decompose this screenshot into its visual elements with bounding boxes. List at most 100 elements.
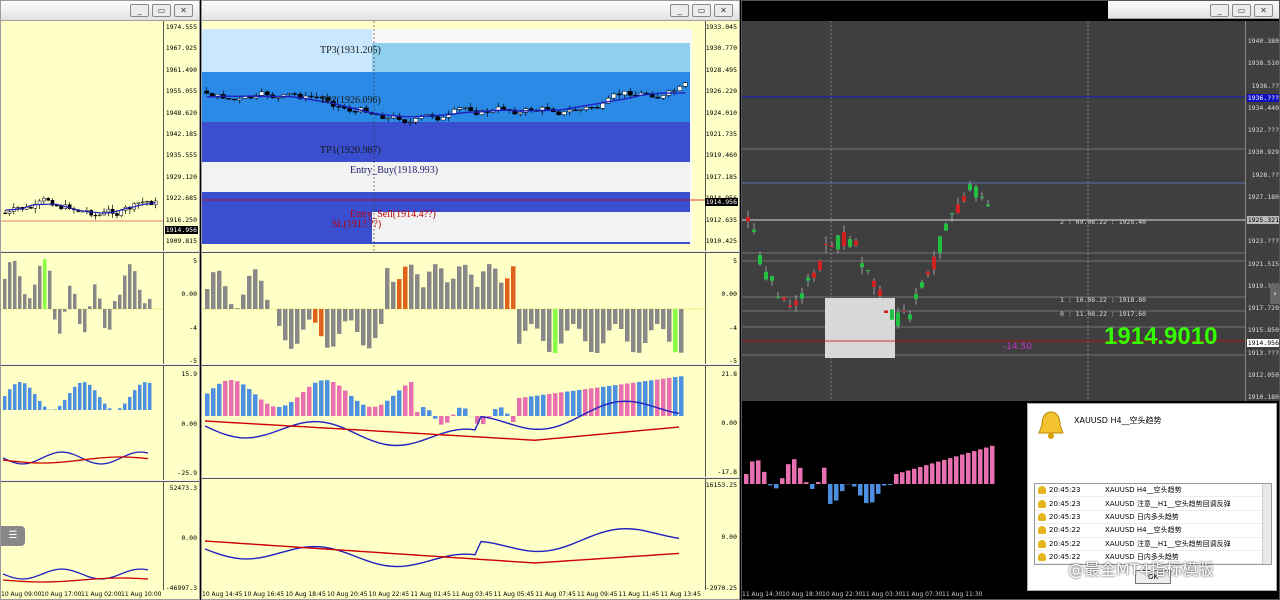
histogram-bar xyxy=(631,382,636,416)
histogram-bar xyxy=(912,468,917,484)
histogram-bar xyxy=(253,394,258,416)
right-window-titlebar[interactable]: _ ▭ ✕ xyxy=(1108,1,1279,19)
histogram-bar xyxy=(73,293,77,309)
candle-body xyxy=(962,195,966,202)
candle-body xyxy=(878,289,882,297)
candle-body xyxy=(866,270,870,272)
middle-osc1-pane[interactable]: 5 0.00 -4 -5 xyxy=(202,252,739,364)
candle-body xyxy=(407,121,413,124)
alert-list-scrollbar[interactable] xyxy=(1262,484,1271,564)
candle-body xyxy=(660,95,666,99)
histogram-bar xyxy=(960,454,965,484)
axis-tick-label: 1922.685 xyxy=(165,194,197,203)
histogram-bar xyxy=(786,464,791,484)
histogram-bar xyxy=(391,395,396,416)
axis-tick-label: 1942.185 xyxy=(165,130,197,138)
candle-body xyxy=(600,102,606,109)
close-button[interactable]: ✕ xyxy=(1254,4,1273,17)
alert-row[interactable]: 20:45:23 XAUUSD 日内多头趋势 xyxy=(1035,511,1271,525)
left-osc1-pane[interactable]: 5 0.00 -4 -5 xyxy=(1,252,199,364)
axis-tick-label: 1927.180 xyxy=(1247,192,1279,201)
histogram-bar xyxy=(63,309,67,312)
histogram-bar xyxy=(88,384,92,410)
middle-osc2-histogram xyxy=(204,376,684,447)
close-button[interactable]: ✕ xyxy=(714,4,733,17)
histogram-bar xyxy=(469,274,474,309)
time-tick-label: 11 Aug 10:00 xyxy=(121,591,162,598)
restore-button[interactable]: ▭ xyxy=(152,4,171,17)
histogram-bar xyxy=(397,279,402,309)
right-scroll-arrow-icon[interactable]: › xyxy=(1270,284,1280,304)
candle-body xyxy=(800,293,804,299)
histogram-bar xyxy=(68,392,72,410)
candle-body xyxy=(561,111,567,115)
right-price-pane[interactable]: 2 : 09.08.22 : 1925.40 1 : 10.08.22 : 19… xyxy=(742,21,1279,401)
axis-tick-label: 1948.620 xyxy=(165,108,197,117)
left-price-pane[interactable]: 1974.555 1967.925 1961.490 1955.055 1948.620… xyxy=(1,21,199,251)
minimize-button[interactable]: _ xyxy=(130,4,149,17)
axis-tick-label: 1926.220 xyxy=(705,87,737,96)
left-osc1-axis: 5 0.00 -4 -5 xyxy=(163,253,199,364)
close-button[interactable]: ✕ xyxy=(174,4,193,17)
candle-body xyxy=(54,204,59,207)
histogram-bar xyxy=(637,309,642,353)
histogram-bar xyxy=(625,383,630,416)
middle-osc2-pane[interactable]: 21.8 0.00 -17.8 xyxy=(202,365,739,477)
right-osc-pane[interactable] xyxy=(742,402,1032,590)
middle-window-titlebar[interactable]: _ ▭ ✕ xyxy=(202,1,739,21)
axis-tick-label: 0.00 xyxy=(181,419,197,428)
time-tick-label: 10 Aug 09:00 xyxy=(1,591,42,598)
axis-tick-label: 0.00 xyxy=(721,419,737,427)
alert-list[interactable]: 20:45:23 XAUUSD H4__空头趋势 20:45:23 XAUUSD 注意… xyxy=(1034,483,1272,565)
histogram-bar xyxy=(128,264,132,309)
left-chart-window[interactable]: _ ▭ ✕ 1974.555 1967.925 1961.490 1955.055 19… xyxy=(0,0,200,600)
candle-body xyxy=(848,239,852,247)
histogram-bar xyxy=(649,309,654,331)
left-osc2-pane[interactable]: 15.9 0.00 -25.9 xyxy=(1,365,199,480)
histogram-bar xyxy=(307,386,312,416)
histogram-bar xyxy=(58,405,62,410)
candle-body xyxy=(914,294,918,300)
histogram-bar xyxy=(834,484,839,501)
alert-time: 20:45:22 xyxy=(1049,526,1081,535)
alert-row[interactable]: 20:45:22 XAUUSD 注意__H1__空头趋势回调反弹 xyxy=(1035,538,1271,551)
restore-button[interactable]: ▭ xyxy=(1232,4,1251,17)
histogram-bar xyxy=(529,309,534,325)
middle-chart-window[interactable]: _ ▭ ✕ TP3(1931.205) TP2(1926.096) TP1(19… xyxy=(201,0,740,600)
middle-osc3-pane[interactable]: 16153.25 0.00 -2970.25 xyxy=(202,478,739,591)
alert-row[interactable]: 20:45:23 XAUUSD 注意__H1__空头趋势回调反弹 xyxy=(1035,497,1271,511)
level-label-2: 2 : 09.08.22 : 1925.40 xyxy=(1060,218,1147,226)
minimize-button[interactable]: _ xyxy=(1210,4,1229,17)
histogram-bar xyxy=(631,309,636,353)
axis-tick-label: 52473.3 xyxy=(169,484,197,492)
candle-body xyxy=(93,214,98,217)
axis-tick-label: -5 xyxy=(189,357,197,364)
candle-body xyxy=(926,271,930,275)
candle-body xyxy=(794,300,798,306)
alert-message: XAUUSD H4__空头趋势 xyxy=(1105,526,1182,535)
middle-price-pane[interactable]: TP3(1931.205) TP2(1926.096) TP1(1920.987… xyxy=(202,21,739,251)
minimize-button[interactable]: _ xyxy=(670,4,689,17)
histogram-bar xyxy=(810,484,815,489)
left-window-titlebar[interactable]: _ ▭ ✕ xyxy=(1,1,199,21)
restore-button[interactable]: ▭ xyxy=(692,4,711,17)
histogram-bar xyxy=(283,405,288,416)
left-tab-handle[interactable]: ☰ xyxy=(1,526,25,546)
candle-body xyxy=(42,198,46,202)
histogram-bar xyxy=(403,385,408,416)
histogram-bar xyxy=(28,298,32,309)
time-tick-label: 11 Aug 02:00 xyxy=(81,591,122,598)
histogram-bar xyxy=(373,406,378,416)
alert-time: 20:45:23 xyxy=(1049,499,1081,508)
alert-row[interactable]: 20:45:22 XAUUSD H4__空头趋势 xyxy=(1035,524,1271,538)
axis-tick-label: 16153.25 xyxy=(705,481,737,489)
histogram-bar xyxy=(756,460,761,484)
axis-tick-label: 1917.720 xyxy=(1247,304,1279,312)
axis-tick-label: 15.9 xyxy=(181,370,197,378)
candle-body xyxy=(752,229,756,232)
alert-row[interactable]: 20:45:23 XAUUSD H4__空头趋势 xyxy=(1035,484,1271,498)
histogram-bar xyxy=(894,474,899,484)
left-osc3-pane[interactable]: 52473.3 0.00 -46997.3 ☰ xyxy=(1,481,199,591)
histogram-bar xyxy=(990,445,995,484)
histogram-bar xyxy=(283,309,288,341)
